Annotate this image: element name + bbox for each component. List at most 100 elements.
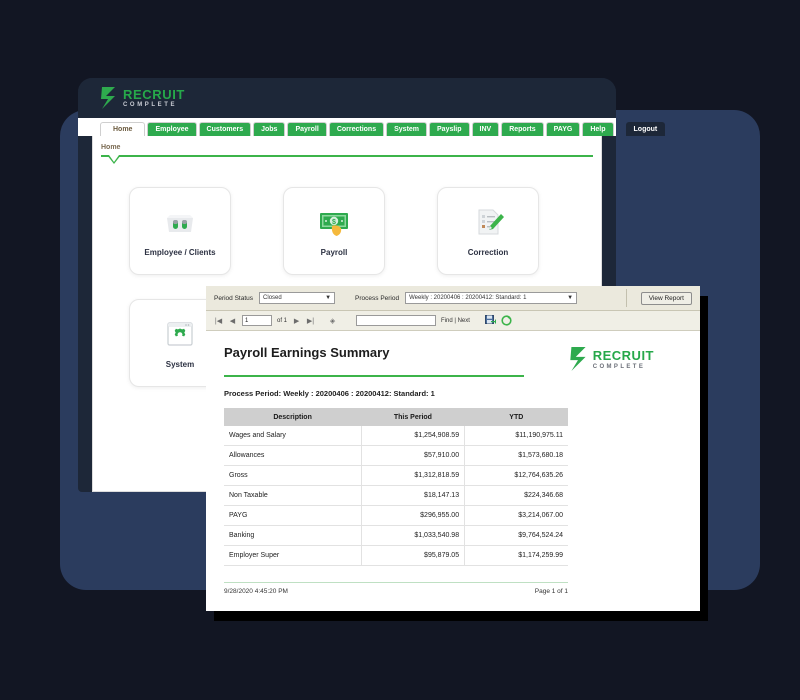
app-header: RECRUIT COMPLETE — [78, 78, 616, 118]
tab-help[interactable]: Help — [582, 122, 614, 136]
table-row: Banking $1,033,540.98 $9,764,524.24 — [224, 525, 568, 546]
table-header-row: Description This Period YTD — [224, 408, 568, 426]
logo-wordmark: RECRUIT COMPLETE — [123, 88, 185, 108]
app-logo: RECRUIT COMPLETE — [100, 87, 185, 109]
svg-text:$: $ — [332, 218, 336, 225]
page-count-label: of 1 — [277, 317, 288, 324]
tile-employee-clients[interactable]: Employee / Clients — [129, 187, 231, 275]
last-page-icon[interactable]: ▶| — [306, 317, 315, 325]
tab-customers[interactable]: Customers — [198, 122, 252, 136]
tile-label: System — [165, 359, 195, 369]
toolbar-divider — [625, 289, 627, 307]
export-save-icon[interactable] — [484, 315, 496, 326]
report-logo-main-text: RECRUIT — [592, 347, 654, 363]
logo-sub-text: COMPLETE — [123, 102, 178, 108]
cell-description: Banking — [224, 525, 362, 546]
report-footer-divider — [224, 582, 568, 583]
tile-payroll[interactable]: $ Payroll — [283, 187, 385, 275]
report-pager-toolbar: |◀ ◀ 1 of 1 ▶ ▶| ◈ Find | Next — [206, 311, 700, 331]
cell-description: Non Taxable — [224, 485, 362, 506]
cell-description: Allowances — [224, 445, 362, 466]
refresh-icon[interactable] — [501, 315, 512, 326]
tile-label: Correction — [467, 247, 509, 257]
table-row: Non Taxable $18,147.13 $224,346.68 — [224, 485, 568, 506]
first-page-icon[interactable]: |◀ — [214, 317, 223, 325]
report-parameters-toolbar: Period Status Closed ▼ Process Period We… — [206, 286, 700, 311]
cell-description: PAYG — [224, 505, 362, 526]
edit-document-icon — [471, 206, 505, 238]
period-status-label: Period Status — [214, 294, 254, 302]
period-status-value: Closed — [263, 295, 282, 301]
breadcrumb: Home — [101, 144, 121, 151]
previous-page-icon[interactable]: ◀ — [228, 317, 237, 325]
tab-payslip[interactable]: Payslip — [429, 122, 470, 136]
cell-this-period: $296,955.00 — [361, 505, 465, 526]
table-row: Gross $1,312,818.59 $12,764,635.26 — [224, 465, 568, 486]
tile-correction[interactable]: Correction — [437, 187, 539, 275]
back-to-parent-report-icon[interactable]: ◈ — [328, 317, 337, 325]
process-period-value: Weekly : 20200406 : 20200412: Standard: … — [409, 295, 527, 301]
logout-button[interactable]: Logout — [625, 122, 666, 136]
view-report-button[interactable]: View Report — [640, 291, 692, 305]
table-row: Employer Super $95,879.05 $1,174,259.99 — [224, 545, 568, 566]
main-navigation-tabs: Home Employee Customers Jobs Payroll Cor… — [78, 118, 666, 136]
tab-jobs[interactable]: Jobs — [253, 122, 286, 136]
people-group-icon — [163, 206, 197, 238]
cell-ytd: $12,764,635.26 — [464, 465, 568, 486]
report-title: Payroll Earnings Summary — [224, 345, 390, 360]
report-title-block: Payroll Earnings Summary — [224, 345, 389, 360]
cell-ytd: $1,174,259.99 — [464, 545, 568, 566]
table-row: Allowances $57,910.00 $1,573,680.18 — [224, 445, 568, 466]
table-row: PAYG $296,955.00 $3,214,067.00 — [224, 505, 568, 526]
column-header-this-period: This Period — [361, 408, 465, 426]
chevron-down-icon: ▼ — [567, 295, 574, 301]
report-viewer-window: Period Status Closed ▼ Process Period We… — [206, 286, 700, 611]
tab-payroll[interactable]: Payroll — [287, 122, 327, 136]
tab-payg[interactable]: PAYG — [545, 122, 581, 136]
payroll-earnings-table: Description This Period YTD Wages and Sa… — [224, 408, 568, 566]
gear-settings-icon — [163, 318, 197, 350]
report-header: Payroll Earnings Summary RECRUIT COMPLET… — [224, 345, 682, 371]
column-header-description: Description — [224, 408, 362, 426]
process-period-select[interactable]: Weekly : 20200406 : 20200412: Standard: … — [405, 292, 578, 304]
cell-ytd: $11,190,975.11 — [464, 426, 568, 446]
cell-ytd: $224,346.68 — [464, 485, 568, 506]
cell-ytd: $1,573,680.18 — [464, 445, 568, 466]
report-timestamp: 9/28/2020 4:45:20 PM — [224, 588, 288, 595]
tab-inv[interactable]: INV — [471, 122, 500, 136]
tab-employee[interactable]: Employee — [147, 122, 197, 136]
cell-this-period: $18,147.13 — [361, 485, 465, 506]
report-page-content: Payroll Earnings Summary RECRUIT COMPLET… — [206, 331, 700, 611]
report-page-indicator: Page 1 of 1 — [534, 588, 568, 595]
tab-corrections[interactable]: Corrections — [328, 122, 385, 136]
report-title-underline — [224, 375, 524, 377]
table-row: Wages and Salary $1,254,908.59 $11,190,9… — [224, 426, 568, 446]
next-page-icon[interactable]: ▶ — [292, 317, 301, 325]
period-status-select[interactable]: Closed ▼ — [259, 292, 336, 304]
breadcrumb-divider — [101, 155, 593, 164]
tab-reports[interactable]: Reports — [501, 122, 544, 136]
chevron-down-icon: ▼ — [325, 295, 332, 301]
divider-line — [101, 155, 593, 157]
tile-label: Employee / Clients — [144, 247, 216, 257]
recruit-complete-logo-icon — [569, 347, 588, 371]
report-footer: 9/28/2020 4:45:20 PM Page 1 of 1 — [224, 588, 568, 595]
cell-this-period: $1,033,540.98 — [361, 525, 465, 546]
cell-ytd: $3,214,067.00 — [464, 505, 568, 526]
report-logo: RECRUIT COMPLETE — [569, 347, 654, 371]
cell-description: Wages and Salary — [224, 426, 362, 446]
money-cash-icon: $ — [317, 206, 351, 238]
page-number-input[interactable]: 1 — [242, 315, 272, 326]
cell-description: Gross — [224, 465, 362, 486]
tile-label: Payroll — [320, 247, 348, 257]
cell-this-period: $1,312,818.59 — [361, 465, 465, 486]
tab-system[interactable]: System — [386, 122, 428, 136]
process-period-label: Process Period — [355, 294, 400, 302]
tab-home[interactable]: Home — [100, 122, 146, 136]
cell-ytd: $9,764,524.24 — [464, 525, 568, 546]
find-input[interactable] — [356, 315, 437, 326]
cell-this-period: $1,254,908.59 — [361, 426, 465, 446]
find-next-label[interactable]: Find | Next — [441, 318, 470, 324]
divider-notch-inner — [109, 155, 119, 162]
recruit-complete-logo-icon — [100, 87, 117, 109]
